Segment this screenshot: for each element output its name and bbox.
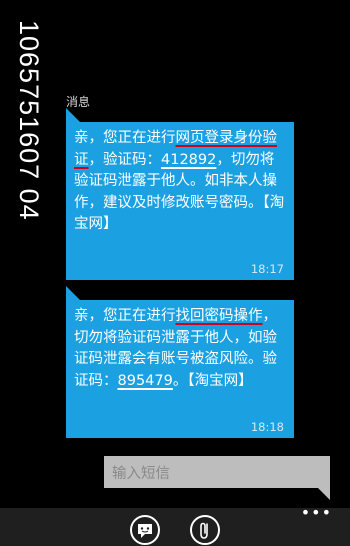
attach-icon [200, 522, 208, 539]
message-bubble-2: 亲，您正在进行找回密码操作，切勿将验证码泄露于他人，如验证码泄露会有账号被盗风险… [66, 286, 294, 438]
sms-input-placeholder: 输入短信 [112, 466, 170, 482]
sms-input[interactable]: 输入短信 [104, 456, 330, 500]
sender-number: 1065751607 04 [14, 20, 44, 221]
emoji-button[interactable] [130, 515, 160, 545]
message-text-segment: 亲，您正在进行 [74, 130, 176, 146]
verification-code[interactable]: 895479 [118, 373, 173, 389]
highlighted-text: 找回密码操作 [175, 308, 263, 324]
verification-code[interactable]: 412892 [161, 152, 216, 168]
emoji-icon [138, 524, 152, 538]
message-text-segment: 。【淘宝网】 [172, 372, 253, 389]
message-text-1: 亲，您正在进行网页登录身份验证，验证码：412892，切勿将验证码泄露于他人。如… [74, 128, 288, 236]
message-bubble-1: 亲，您正在进行网页登录身份验证，验证码：412892，切勿将验证码泄露于他人。如… [66, 108, 294, 280]
more-options-button[interactable]: ••• [301, 505, 332, 521]
message-time-2: 18:18 [250, 420, 284, 434]
compose-tail [318, 488, 330, 500]
message-text-2: 亲，您正在进行找回密码操作，切勿将验证码泄露于他人，如验证码泄露会有账号被盗风险… [74, 306, 288, 392]
bubble-tail [66, 108, 80, 122]
app-bar: ••• [0, 505, 350, 546]
message-text-segment: 亲，您正在进行 [74, 308, 176, 324]
message-text-segment: ，验证码： [88, 151, 162, 168]
attach-button[interactable] [190, 515, 220, 545]
bubble-tail [66, 286, 80, 300]
message-time-1: 18:17 [250, 262, 284, 276]
